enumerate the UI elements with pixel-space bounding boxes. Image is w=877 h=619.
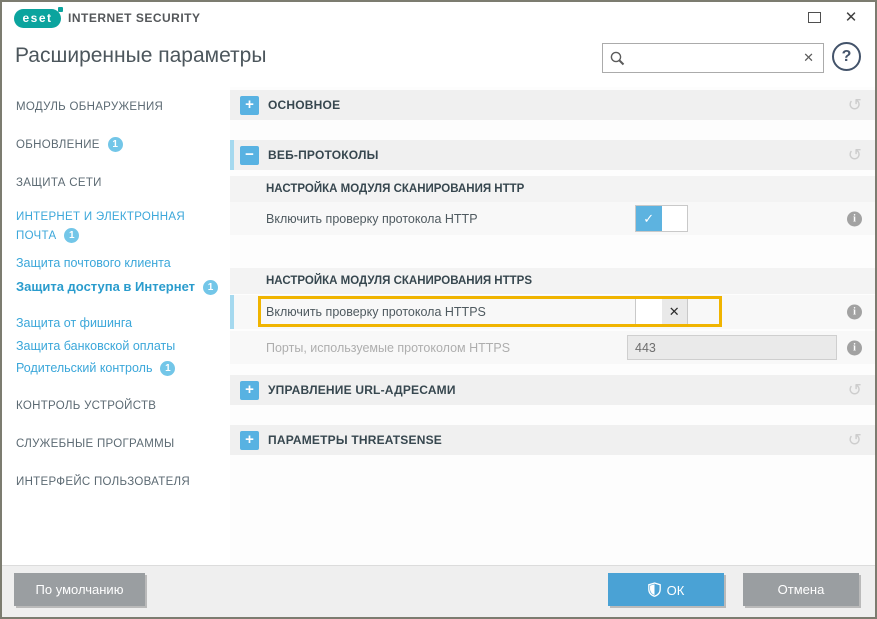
search-input[interactable]: [629, 46, 794, 70]
sidebar-item-tools[interactable]: СЛУЖЕБНЫЕ ПРОГРАММЫ: [16, 435, 220, 454]
revert-icon[interactable]: ↺: [848, 432, 862, 449]
search-icon: [610, 51, 625, 66]
eset-window: eset INTERNET SECURITY ✕ Расширенные пар…: [0, 0, 877, 619]
footer: По умолчанию ОК Отмена: [2, 565, 875, 617]
revert-icon[interactable]: ↺: [848, 147, 862, 164]
page-title: Расширенные параметры: [15, 44, 266, 68]
sidebar-item-anti-phishing[interactable]: Защита от фишинга: [16, 314, 220, 333]
sidebar-item-device-control[interactable]: КОНТРОЛЬ УСТРОЙСТВ: [16, 397, 220, 416]
close-button[interactable]: ✕: [841, 8, 861, 26]
check-icon: ✓: [636, 206, 662, 231]
header: Расширенные параметры ✕ ?: [2, 34, 875, 87]
http-toggle-row: Включить проверку протокола HTTP ✓ i: [230, 202, 875, 235]
product-name: INTERNET SECURITY: [68, 11, 201, 25]
modified-indicator: [230, 295, 234, 329]
settings-panel: + ОСНОВНОЕ ↺ − ВЕБ-ПРОТОКОЛЫ ↺ НАСТРОЙКА…: [230, 87, 875, 565]
sidebar-item-banking-protection[interactable]: Защита банковской оплаты: [16, 337, 220, 356]
https-ports-row: Порты, используемые протоколом HTTPS i: [230, 331, 875, 364]
info-icon: i: [847, 211, 862, 226]
http-toggle[interactable]: ✓: [635, 205, 688, 232]
modified-indicator: [230, 140, 234, 170]
section-basic[interactable]: + ОСНОВНОЕ ↺: [230, 90, 875, 120]
count-badge: 1: [108, 137, 123, 152]
count-badge: 1: [64, 228, 79, 243]
info-icon: i: [847, 305, 862, 320]
maximize-button[interactable]: [808, 12, 821, 23]
count-badge: 1: [160, 361, 175, 376]
sidebar-item-email-client-protection[interactable]: Защита почтового клиента: [16, 254, 220, 273]
sidebar-item-user-interface[interactable]: ИНТЕРФЕЙС ПОЛЬЗОВАТЕЛЯ: [16, 473, 220, 492]
collapse-icon[interactable]: −: [240, 146, 259, 165]
titlebar: eset INTERNET SECURITY ✕: [2, 2, 875, 34]
section-threatsense[interactable]: + ПАРАМЕТРЫ THREATSENSE ↺: [230, 425, 875, 455]
cancel-button[interactable]: Отмена: [743, 573, 859, 606]
expand-icon[interactable]: +: [240, 96, 259, 115]
revert-icon[interactable]: ↺: [848, 382, 862, 399]
uac-shield-icon: [648, 582, 661, 597]
http-group-title: НАСТРОЙКА МОДУЛЯ СКАНИРОВАНИЯ HTTP: [230, 176, 875, 202]
cross-icon: ✕: [662, 299, 688, 324]
sidebar: МОДУЛЬ ОБНАРУЖЕНИЯ ОБНОВЛЕНИЕ1 ЗАЩИТА СЕ…: [2, 87, 230, 565]
https-toggle[interactable]: ✕: [635, 298, 688, 325]
default-button[interactable]: По умолчанию: [14, 573, 145, 606]
sidebar-item-web-access-protection[interactable]: Защита доступа в Интернет1: [16, 277, 220, 296]
info-icon: i: [847, 340, 862, 355]
section-url-management[interactable]: + УПРАВЛЕНИЕ URL-АДРЕСАМИ ↺: [230, 375, 875, 405]
sidebar-item-network-protection[interactable]: ЗАЩИТА СЕТИ: [16, 174, 220, 193]
eset-logo: eset: [14, 9, 61, 28]
https-group-title: НАСТРОЙКА МОДУЛЯ СКАНИРОВАНИЯ HTTPS: [230, 268, 875, 294]
sidebar-item-web-and-email[interactable]: ИНТЕРНЕТ И ЭЛЕКТРОННАЯ ПОЧТА1: [16, 208, 220, 246]
https-ports-input[interactable]: [627, 335, 837, 360]
expand-icon[interactable]: +: [240, 431, 259, 450]
count-badge: 1: [203, 280, 218, 295]
ok-button[interactable]: ОК: [608, 573, 724, 606]
revert-icon[interactable]: ↺: [848, 97, 862, 114]
sidebar-item-update[interactable]: ОБНОВЛЕНИЕ1: [16, 136, 220, 155]
help-button[interactable]: ?: [832, 42, 861, 71]
sidebar-item-detection-engine[interactable]: МОДУЛЬ ОБНАРУЖЕНИЯ: [16, 98, 220, 117]
search-box: ✕: [602, 43, 824, 73]
section-web-protocols[interactable]: − ВЕБ-ПРОТОКОЛЫ ↺: [230, 140, 875, 170]
https-toggle-row: Включить проверку протокола HTTPS ✕ i: [230, 295, 875, 329]
sidebar-item-parental-control[interactable]: Родительский контроль1: [16, 359, 220, 378]
clear-search-icon[interactable]: ✕: [803, 50, 814, 66]
expand-icon[interactable]: +: [240, 381, 259, 400]
